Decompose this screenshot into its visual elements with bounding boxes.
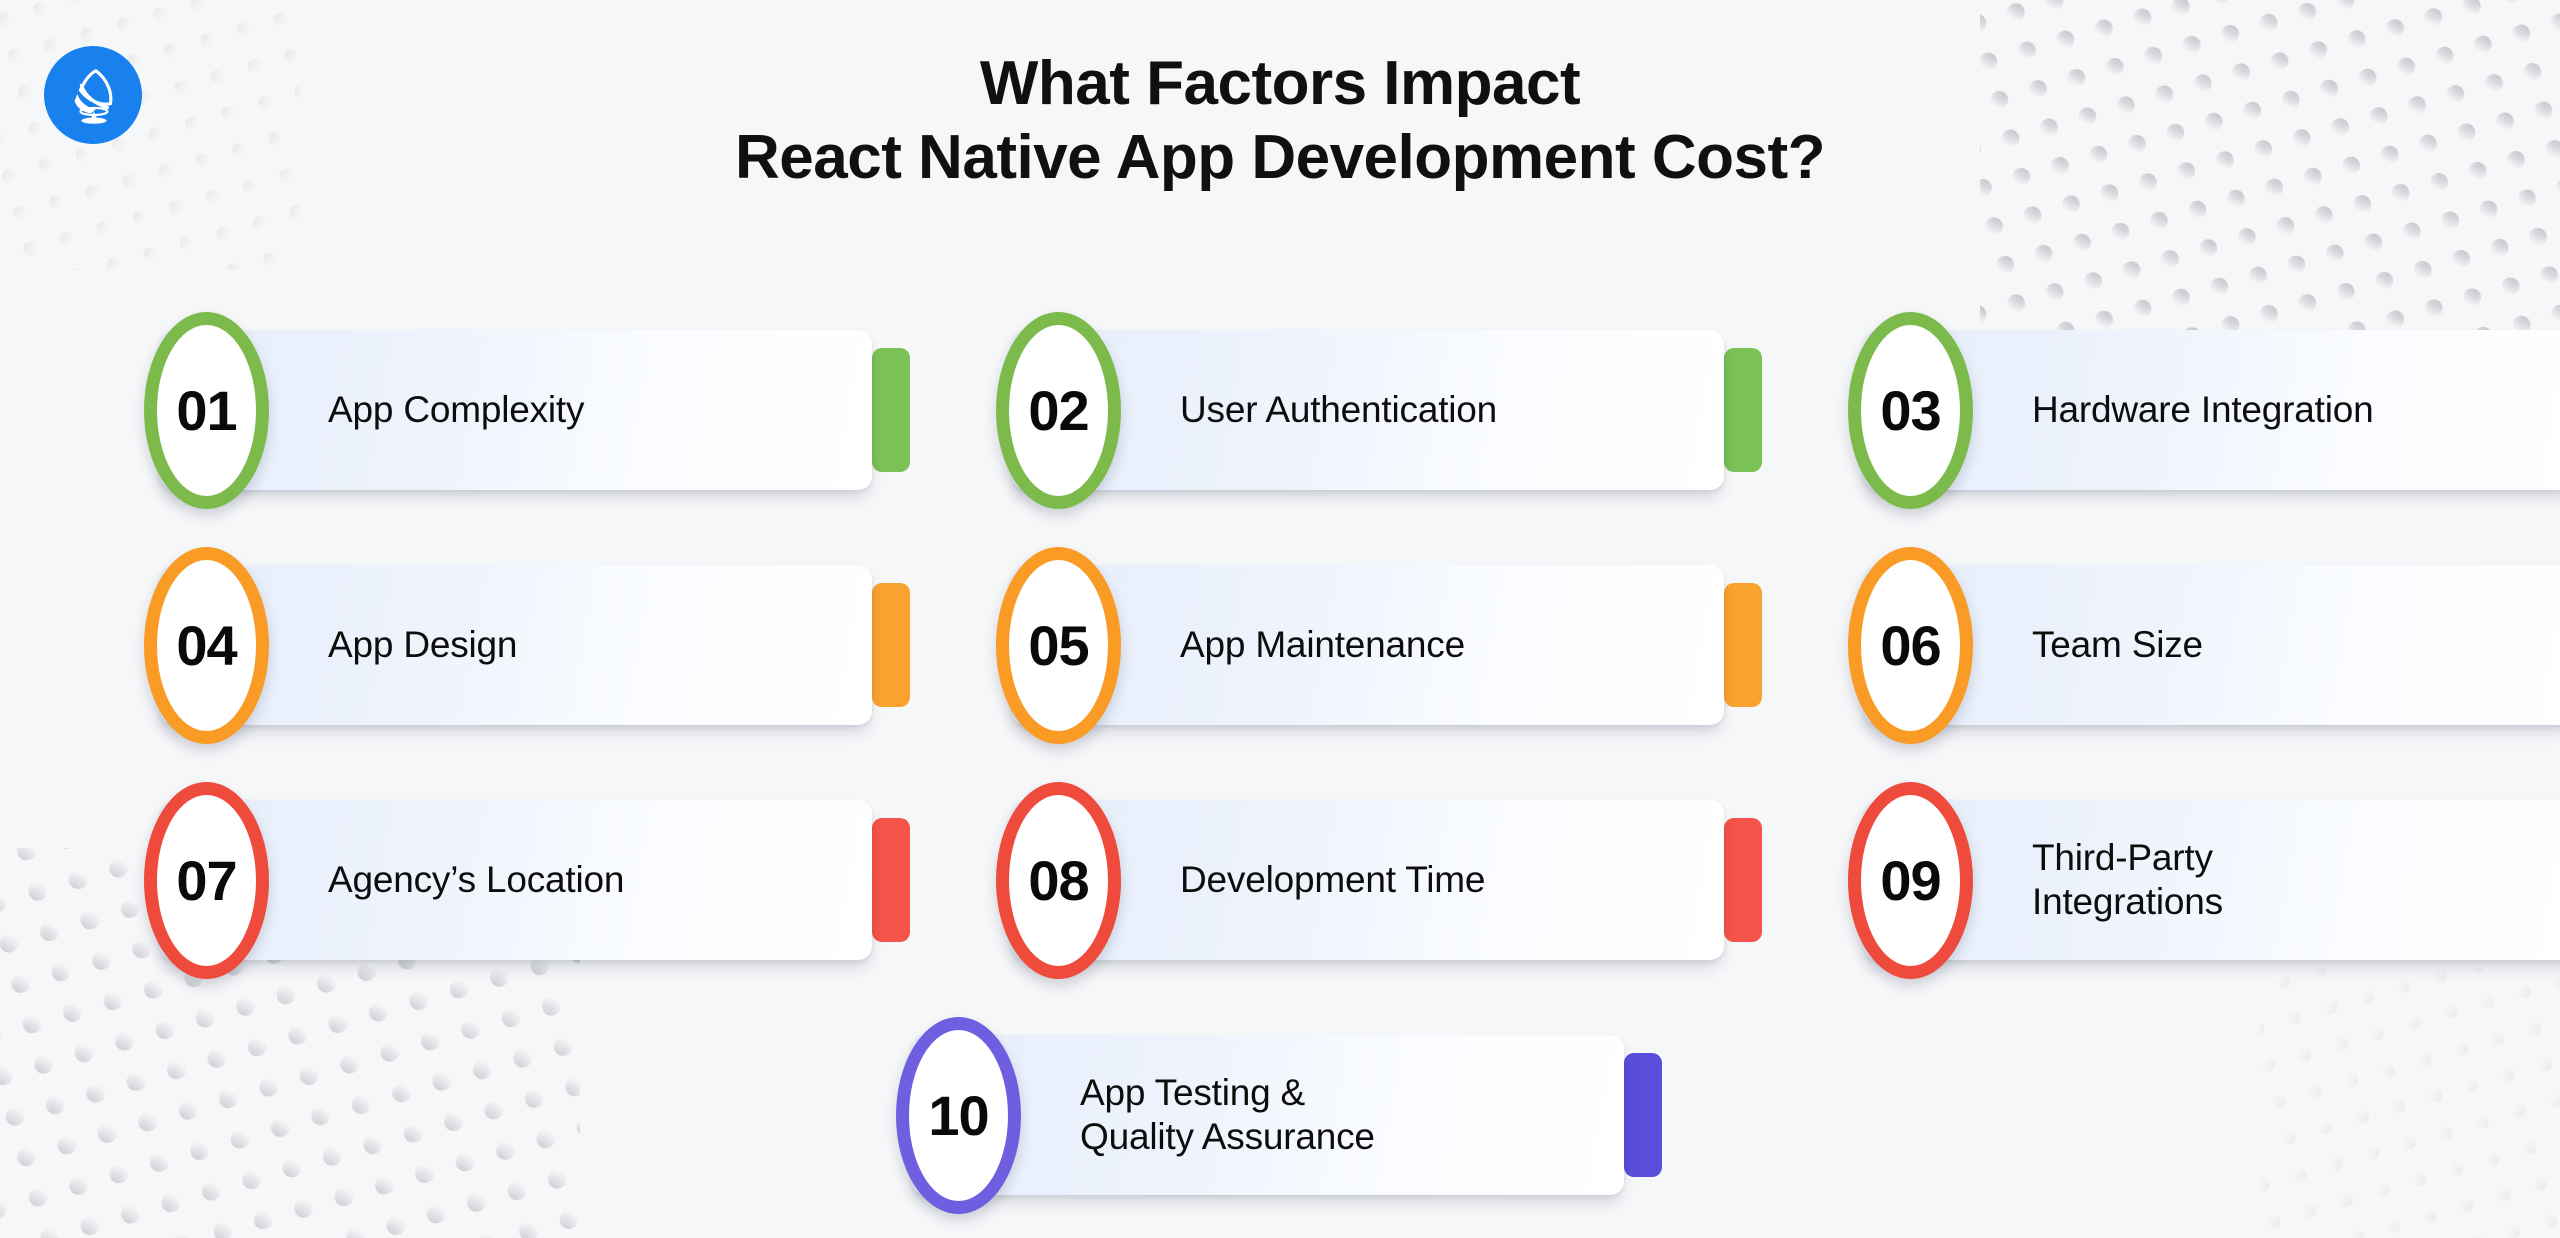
factor-number: 02 bbox=[1028, 379, 1089, 442]
factor-number: 05 bbox=[1028, 614, 1089, 677]
factor-number-badge: 03 bbox=[1848, 312, 1973, 509]
factor-card-02[interactable]: User Authentication 02 bbox=[996, 312, 1762, 509]
factor-card-09[interactable]: Third-Party Integrations 09 bbox=[1848, 782, 2560, 979]
card-accent-tab bbox=[872, 348, 910, 472]
factors-row: App Complexity 01 User Authentication 02 Har… bbox=[144, 312, 2560, 509]
factor-number: 08 bbox=[1028, 849, 1089, 912]
factor-number-badge: 09 bbox=[1848, 782, 1973, 979]
factor-card-01[interactable]: App Complexity 01 bbox=[144, 312, 910, 509]
factor-label: App Testing & Quality Assurance bbox=[1080, 1072, 1375, 1157]
factor-number: 06 bbox=[1880, 614, 1941, 677]
card-accent-tab bbox=[872, 583, 910, 707]
factor-card-06[interactable]: Team Size 06 bbox=[1848, 547, 2560, 744]
page-title-line-2: React Native App Development Cost? bbox=[734, 122, 1826, 192]
factor-number: 10 bbox=[928, 1084, 989, 1147]
factor-number: 01 bbox=[176, 379, 237, 442]
factor-label: Team Size bbox=[2032, 624, 2203, 666]
factors-row: App Design 04 App Maintenance 05 Team Size 06 bbox=[144, 547, 2560, 744]
factor-number-badge: 02 bbox=[996, 312, 1121, 509]
factors-grid: App Complexity 01 User Authentication 02 Har… bbox=[144, 312, 2560, 1238]
factors-row: App Testing & Quality Assurance 10 bbox=[160, 1017, 2400, 1214]
card-accent-tab bbox=[1724, 818, 1762, 942]
factor-label: Development Time bbox=[1180, 859, 1486, 901]
factor-card-10[interactable]: App Testing & Quality Assurance 10 bbox=[896, 1017, 1662, 1214]
infographic-canvas: What Factors Impact React Native App Dev… bbox=[0, 0, 2560, 1238]
factor-card-07[interactable]: Agency’s Location 07 bbox=[144, 782, 910, 979]
factor-number-badge: 10 bbox=[896, 1017, 1021, 1214]
factor-card-08[interactable]: Development Time 08 bbox=[996, 782, 1762, 979]
card-accent-tab bbox=[1624, 1053, 1662, 1177]
factor-number: 03 bbox=[1880, 379, 1941, 442]
card-accent-tab bbox=[1724, 583, 1762, 707]
page-title: What Factors Impact React Native App Dev… bbox=[0, 52, 2560, 190]
factor-card-03[interactable]: Hardware Integration 03 bbox=[1848, 312, 2560, 509]
factor-label: Third-Party Integrations bbox=[2032, 837, 2223, 922]
factor-label: Agency’s Location bbox=[328, 859, 625, 901]
factor-label: Hardware Integration bbox=[2032, 389, 2374, 431]
factor-number: 09 bbox=[1880, 849, 1941, 912]
factor-label: App Complexity bbox=[328, 389, 585, 431]
card-accent-tab bbox=[872, 818, 910, 942]
page-title-line-1: What Factors Impact bbox=[979, 49, 1581, 118]
card-accent-tab bbox=[1724, 348, 1762, 472]
factor-card-04[interactable]: App Design 04 bbox=[144, 547, 910, 744]
factor-number-badge: 06 bbox=[1848, 547, 1973, 744]
factor-label: User Authentication bbox=[1180, 389, 1498, 431]
factors-row: Agency’s Location 07 Development Time 08 Thi… bbox=[144, 782, 2560, 979]
factor-number-badge: 08 bbox=[996, 782, 1121, 979]
factor-number-badge: 05 bbox=[996, 547, 1121, 744]
factor-label: App Design bbox=[328, 624, 518, 666]
factor-label: App Maintenance bbox=[1180, 624, 1465, 666]
factor-number: 07 bbox=[176, 849, 237, 912]
factor-number-badge: 07 bbox=[144, 782, 269, 979]
factor-number: 04 bbox=[176, 614, 237, 677]
factor-number-badge: 01 bbox=[144, 312, 269, 509]
factor-number-badge: 04 bbox=[144, 547, 269, 744]
factor-card-05[interactable]: App Maintenance 05 bbox=[996, 547, 1762, 744]
